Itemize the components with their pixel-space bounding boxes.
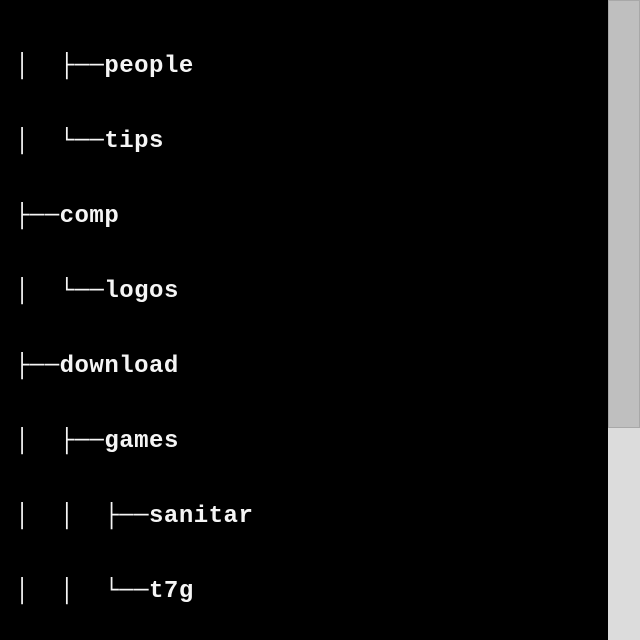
folder-label: tips (104, 129, 164, 154)
terminal-tree-output: │ ├──people │ └──tips ├──comp │ └──logos… (0, 0, 608, 640)
folder-label: sanitar (149, 504, 253, 529)
tree-branch-icon: ├── (0, 354, 60, 379)
tree-row: │ └──logos (0, 279, 608, 304)
tree-branch-icon: │ │ └── (0, 579, 149, 604)
tree-branch-icon: ├── (0, 204, 60, 229)
tree-row: │ ├──games (0, 429, 608, 454)
tree-row: ├──download (0, 354, 608, 379)
tree-branch-icon: │ └── (0, 279, 104, 304)
tree-row: │ │ ├──sanitar (0, 504, 608, 529)
tree-branch-icon: │ ├── (0, 54, 104, 79)
folder-label: logos (104, 279, 179, 304)
tree-branch-icon: │ │ ├── (0, 504, 149, 529)
folder-label: games (104, 429, 179, 454)
tree-branch-icon: │ ├── (0, 429, 104, 454)
scrollbar-thumb[interactable] (608, 0, 640, 428)
tree-row: │ ├──people (0, 54, 608, 79)
tree-row: │ │ └──t7g (0, 579, 608, 604)
tree-row: │ └──tips (0, 129, 608, 154)
scrollbar-track[interactable] (608, 0, 640, 640)
folder-label: people (104, 54, 193, 79)
tree-branch-icon: │ └── (0, 129, 104, 154)
folder-label: comp (60, 204, 120, 229)
folder-label: t7g (149, 579, 194, 604)
tree-row: ├──comp (0, 204, 608, 229)
folder-label: download (60, 354, 179, 379)
